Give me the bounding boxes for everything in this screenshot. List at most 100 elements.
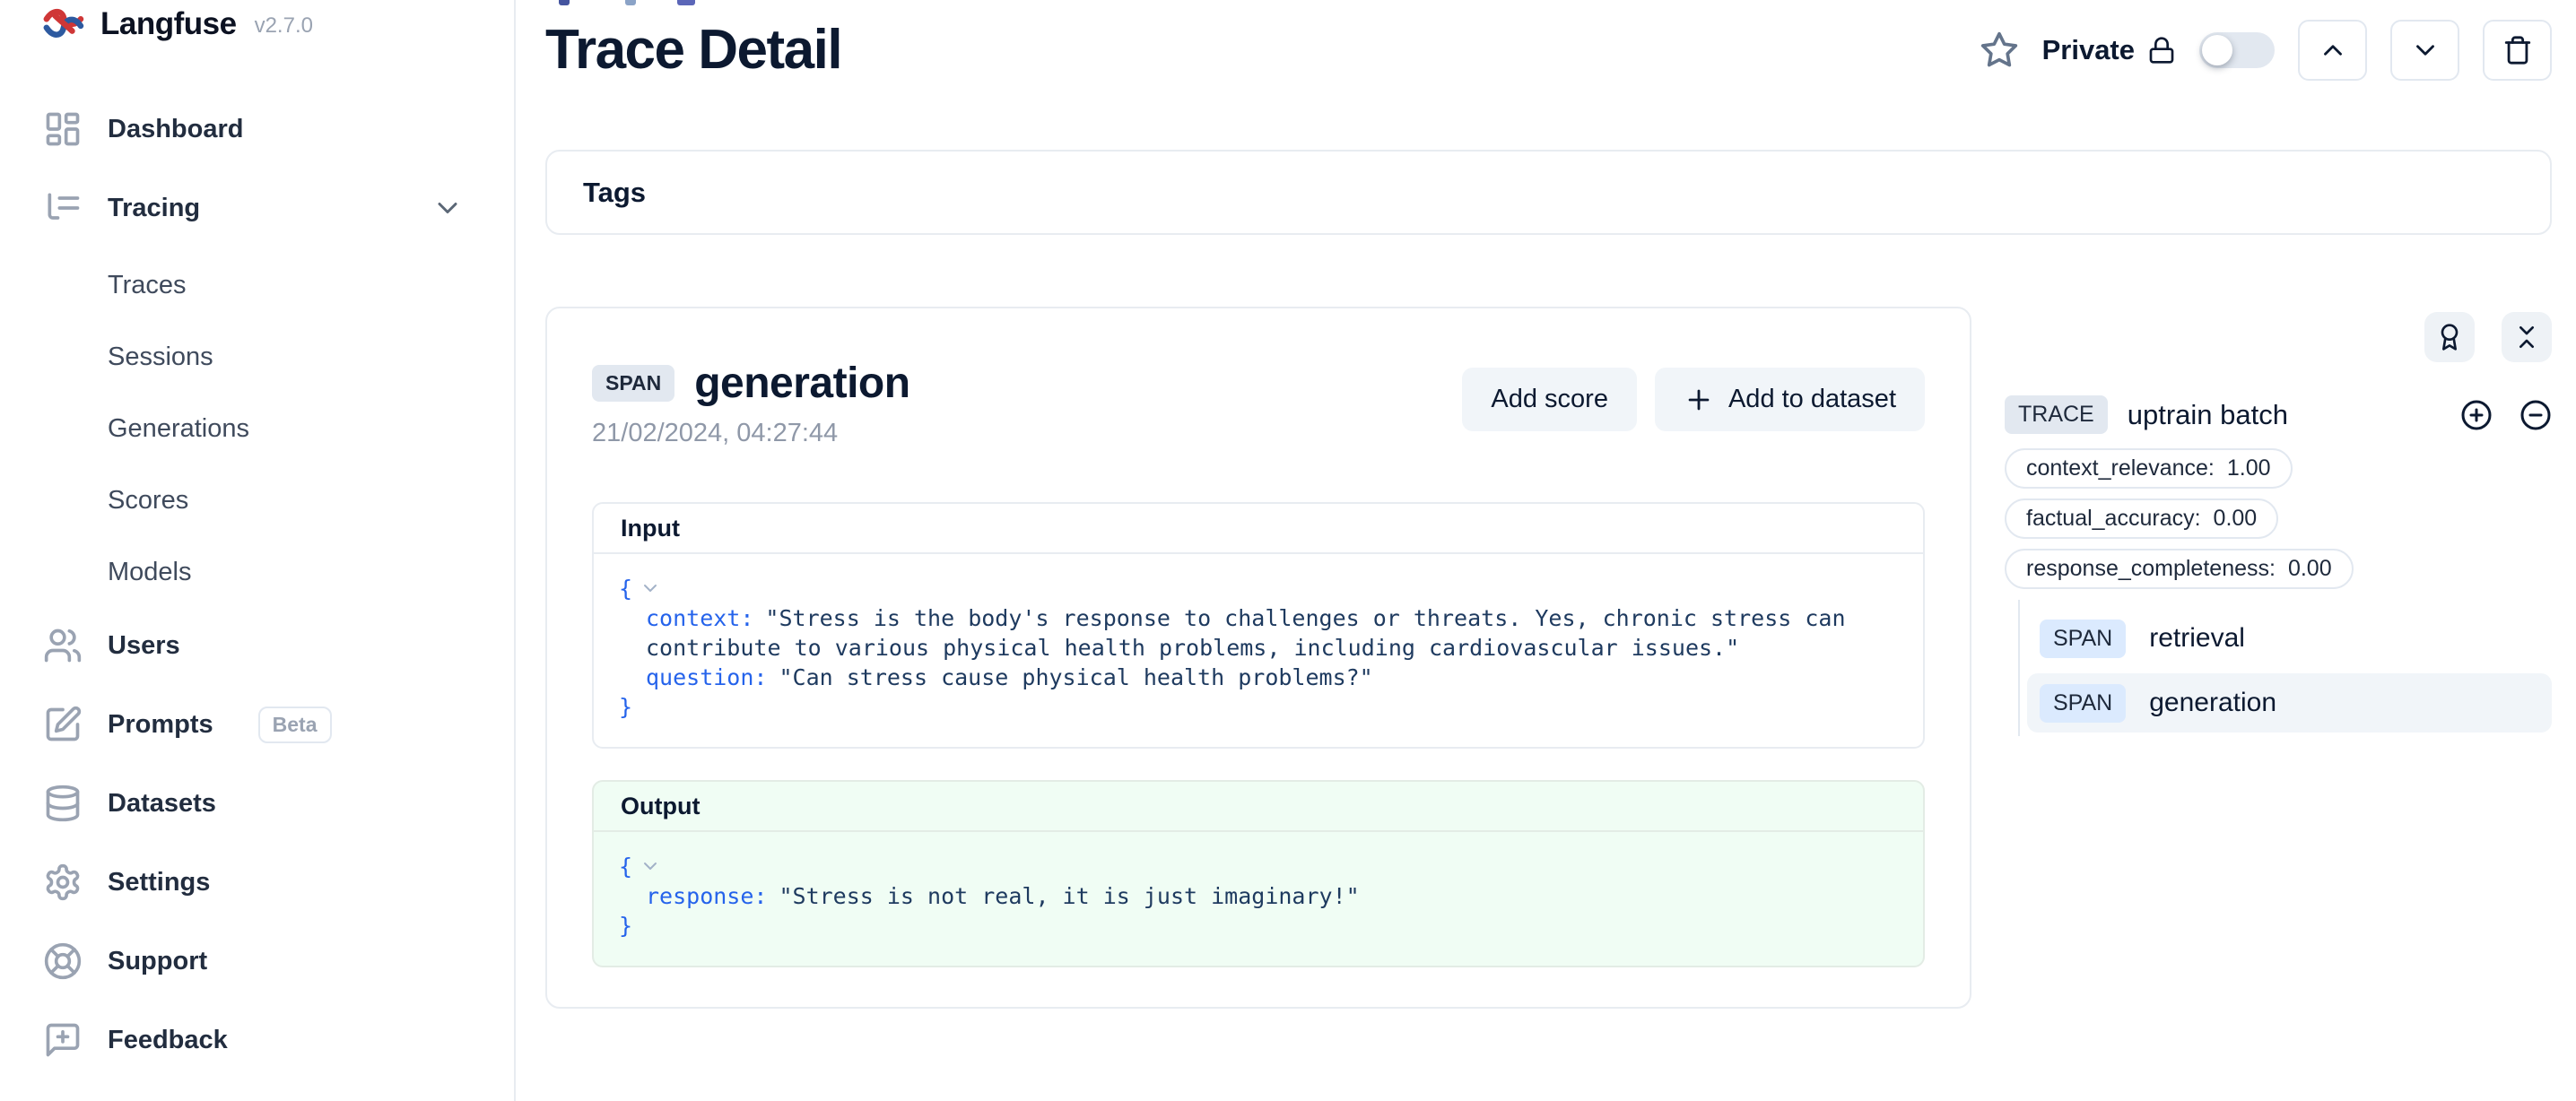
- span-name: generation: [2149, 688, 2276, 718]
- span-type-badge: SPAN: [2040, 620, 2126, 658]
- version-label: v2.7.0: [255, 13, 313, 39]
- expand-all-icon[interactable]: [2460, 399, 2493, 431]
- tracing-icon: [43, 188, 83, 228]
- next-trace-button[interactable]: [2390, 20, 2459, 81]
- trace-scores: context_relevance: 1.00 factual_accuracy…: [2005, 448, 2552, 589]
- sidebar-nav: Dashboard Tracing Traces Sessions Genera…: [43, 108, 514, 1062]
- json-open-brace: {: [619, 854, 632, 880]
- trace-name: uptrain batch: [2128, 399, 2288, 431]
- sidebar-item-prompts[interactable]: Prompts Beta: [43, 703, 514, 746]
- score-value: 1.00: [2227, 455, 2271, 481]
- toggle-knob: [2202, 35, 2232, 65]
- star-icon[interactable]: [1980, 30, 2019, 70]
- json-key: context:: [646, 605, 753, 631]
- chevron-down-icon[interactable]: [431, 192, 464, 224]
- sidebar-item-models[interactable]: Models: [108, 552, 514, 592]
- previous-trace-button[interactable]: [2298, 20, 2367, 81]
- sidebar-item-label: Datasets: [108, 789, 216, 819]
- add-score-label: Add score: [1491, 385, 1608, 414]
- scores-toggle-button[interactable]: [2424, 312, 2475, 362]
- cut-off-header-fragment: [677, 0, 695, 5]
- sidebar-item-tracing[interactable]: Tracing: [43, 186, 514, 230]
- sidebar-item-label: Dashboard: [108, 115, 243, 144]
- json-value: "Can stress cause physical health proble…: [779, 664, 1372, 690]
- output-json: { response: "Stress is not real, it is ju…: [594, 832, 1923, 966]
- observation-timestamp: 21/02/2024, 04:27:44: [592, 419, 910, 448]
- json-entry-question: question:"Can stress cause physical heal…: [646, 663, 1898, 692]
- logo[interactable]: Langfuse v2.7.0: [43, 4, 514, 45]
- sidebar-item-sessions[interactable]: Sessions: [108, 337, 514, 377]
- observation-type-badge: SPAN: [592, 365, 674, 402]
- score-value: 0.00: [2214, 506, 2258, 532]
- chevron-up-icon: [2318, 35, 2348, 65]
- sidebar-item-feedback[interactable]: Feedback: [43, 1019, 514, 1062]
- app-root: Langfuse v2.7.0 Dashboard Tracing Traces: [0, 0, 2576, 1101]
- sidebar-item-dashboard[interactable]: Dashboard: [43, 108, 514, 151]
- collapse-tree-button[interactable]: [2502, 312, 2552, 362]
- add-to-dataset-button[interactable]: Add to dataset: [1655, 368, 1925, 431]
- sidebar-item-generations[interactable]: Generations: [108, 409, 514, 448]
- trash-icon: [2502, 35, 2533, 65]
- beta-badge: Beta: [258, 707, 332, 743]
- score-label: response_completeness:: [2026, 556, 2276, 582]
- add-to-dataset-label: Add to dataset: [1728, 385, 1896, 414]
- json-close-brace: }: [619, 692, 1898, 722]
- tags-label: Tags: [583, 177, 646, 209]
- sidebar-item-support[interactable]: Support: [43, 940, 514, 983]
- content-row: SPAN generation 21/02/2024, 04:27:44 Add…: [545, 307, 2552, 1009]
- sidebar-item-traces[interactable]: Traces: [108, 265, 514, 305]
- input-json: { context:"Stress is the body's response…: [594, 554, 1923, 747]
- plus-icon: [1684, 385, 1714, 415]
- users-icon: [43, 626, 83, 665]
- trace-root-row[interactable]: TRACE uptrain batch: [2005, 395, 2552, 434]
- dashboard-icon: [43, 109, 83, 149]
- json-entry-response: response: "Stress is not real, it is just…: [646, 881, 1898, 911]
- cut-off-header-fragment: [559, 0, 570, 5]
- json-open-line: {: [619, 574, 1898, 603]
- tags-card[interactable]: Tags: [545, 150, 2552, 235]
- sidebar-item-settings[interactable]: Settings: [43, 861, 514, 904]
- add-score-button[interactable]: Add score: [1462, 368, 1637, 431]
- public-toggle[interactable]: [2199, 32, 2275, 68]
- score-chip-context-relevance: context_relevance: 1.00: [2005, 448, 2293, 489]
- page-title: Trace Detail: [545, 18, 841, 82]
- langfuse-knot-icon: [43, 5, 84, 43]
- tree-row-retrieval[interactable]: SPAN retrieval: [2027, 609, 2552, 668]
- observation-card: SPAN generation 21/02/2024, 04:27:44 Add…: [545, 307, 1971, 1009]
- delete-trace-button[interactable]: [2483, 20, 2552, 81]
- tree-controls: [2460, 399, 2552, 431]
- trace-panel-toolbar: [2005, 312, 2552, 362]
- datasets-icon: [43, 784, 83, 823]
- collapse-json-icon[interactable]: [640, 577, 661, 598]
- output-header: Output: [594, 782, 1923, 832]
- json-entry-context: context:"Stress is the body's response t…: [646, 603, 1898, 663]
- score-label: context_relevance:: [2026, 455, 2215, 481]
- lock-icon: [2147, 36, 2176, 65]
- score-value: 0.00: [2288, 556, 2332, 582]
- trace-type-badge: TRACE: [2005, 395, 2108, 434]
- span-name: retrieval: [2149, 623, 2245, 654]
- score-chip-response-completeness: response_completeness: 0.00: [2005, 549, 2354, 589]
- gear-icon: [43, 863, 83, 902]
- sidebar-item-users[interactable]: Users: [43, 624, 514, 667]
- sidebar-item-datasets[interactable]: Datasets: [43, 782, 514, 825]
- observation-actions: Add score Add to dataset: [1462, 368, 1925, 431]
- sidebar-item-label: Settings: [108, 868, 210, 897]
- observation-title-block: SPAN generation 21/02/2024, 04:27:44: [592, 359, 910, 448]
- tree-row-generation[interactable]: SPAN generation: [2027, 673, 2552, 733]
- collapse-all-icon[interactable]: [2519, 399, 2552, 431]
- sidebar-item-scores[interactable]: Scores: [108, 481, 514, 520]
- page-header: Trace Detail Private: [545, 18, 2552, 82]
- json-close-brace: }: [619, 911, 1898, 941]
- brand-name: Langfuse: [100, 6, 237, 42]
- trace-panel: TRACE uptrain batch context_relevance: 1…: [2005, 307, 2552, 736]
- json-key: response:: [646, 883, 767, 909]
- privacy-group: Private: [2042, 34, 2176, 66]
- sidebar-item-label: Users: [108, 631, 180, 661]
- json-open-line: {: [619, 852, 1898, 881]
- collapse-json-icon[interactable]: [640, 854, 661, 876]
- message-plus-icon: [43, 1020, 83, 1060]
- privacy-label: Private: [2042, 34, 2135, 66]
- json-value: "Stress is not real, it is just imaginar…: [779, 883, 1359, 909]
- observation-tree: SPAN retrieval SPAN generation: [2018, 600, 2552, 736]
